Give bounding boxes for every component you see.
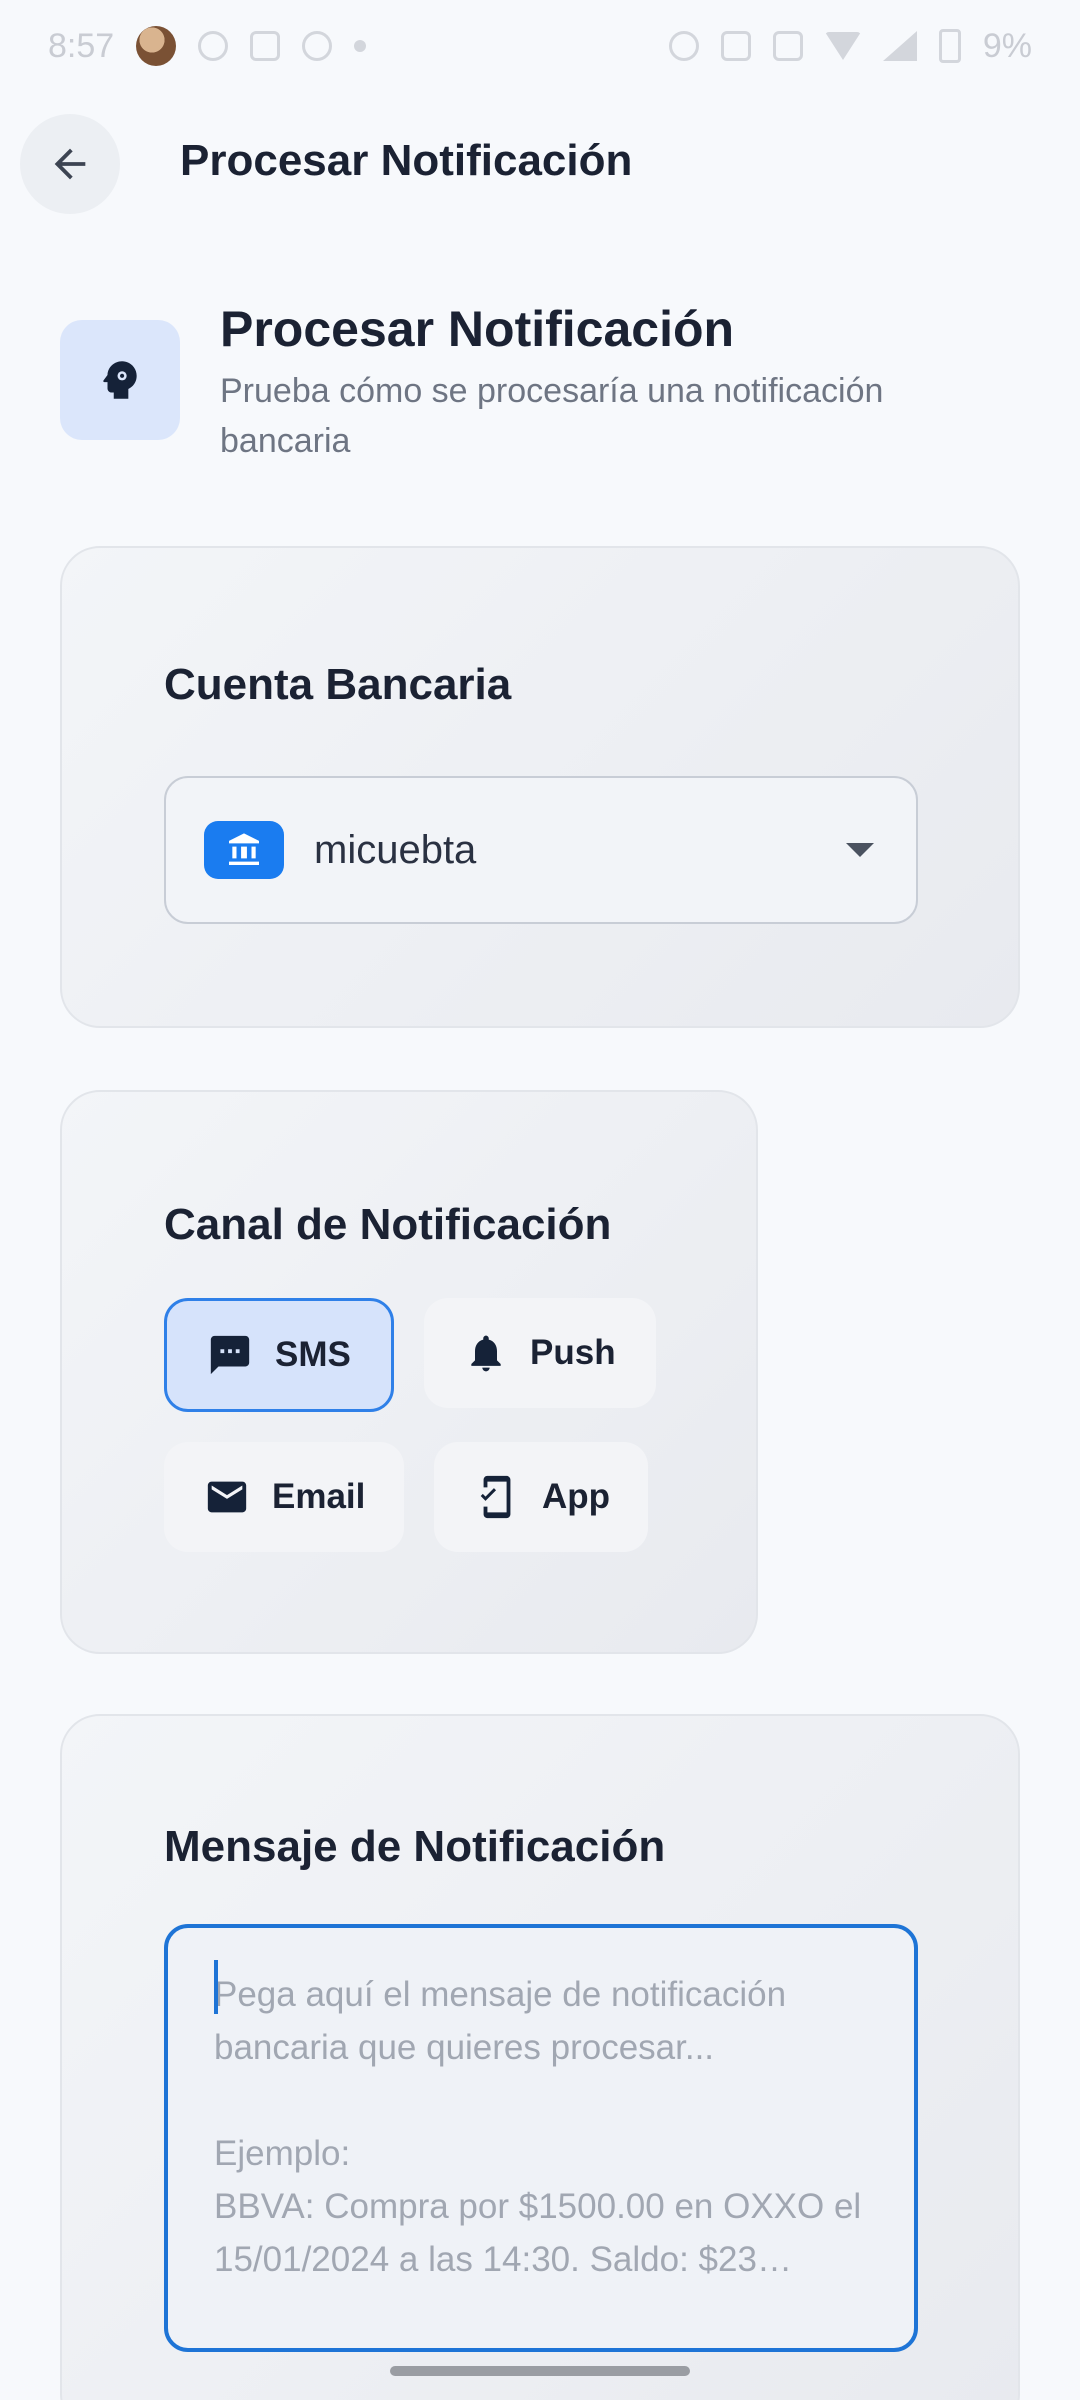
home-indicator[interactable]	[390, 2366, 690, 2376]
status-time: 8:57	[48, 26, 115, 65]
arrow-left-icon	[54, 148, 86, 180]
more-notifications-icon	[354, 40, 367, 52]
status-bar: 8:57 9%	[0, 0, 1080, 92]
brave-icon	[250, 31, 281, 61]
channel-push-chip[interactable]: Push	[424, 1298, 656, 1408]
message-textarea[interactable]: Pega aquí el mensaje de notificación ban…	[164, 1924, 918, 2352]
sms-icon	[210, 1335, 250, 1375]
channel-sms-chip[interactable]: SMS	[164, 1298, 394, 1412]
alarm-icon	[668, 31, 699, 61]
page-title: Procesar Notificación	[220, 301, 735, 357]
account-dropdown[interactable]: micuebta	[164, 776, 918, 924]
signal-icon	[882, 31, 917, 61]
psychology-icon	[103, 361, 137, 399]
channel-app-chip[interactable]: App	[434, 1442, 648, 1552]
bank-icon	[204, 821, 284, 879]
channel-sms-label: SMS	[275, 1335, 351, 1374]
channel-email-label: Email	[272, 1477, 366, 1516]
message-card: Mensaje de Notificación Pega aquí el men…	[60, 1714, 1020, 2400]
message-placeholder: Pega aquí el mensaje de notificación ban…	[214, 1975, 862, 2279]
page-subtitle: Prueba cómo se procesaría una notificaci…	[220, 372, 884, 460]
channel-card: Canal de Notificación SMS Push Email App	[60, 1090, 758, 1654]
status-left: 8:57	[48, 26, 367, 66]
app-bar-title: Procesar Notificación	[180, 136, 633, 185]
channel-email-chip[interactable]: Email	[164, 1442, 404, 1552]
battery-icon	[938, 29, 961, 63]
account-card-title: Cuenta Bancaria	[164, 660, 512, 709]
app-notification-icon	[302, 31, 333, 61]
notification-icon	[198, 31, 229, 61]
message-card-title: Mensaje de Notificación	[164, 1822, 666, 1871]
avatar	[136, 26, 177, 66]
vibrate-icon	[720, 31, 751, 61]
status-right: 9%	[668, 26, 1032, 66]
account-card: Cuenta Bancaria micuebta	[60, 546, 1020, 1028]
battery-percent: 9%	[982, 26, 1032, 65]
data-icon	[772, 31, 803, 61]
wifi-icon	[824, 32, 861, 60]
mobile-app-icon	[480, 1475, 511, 1519]
header-icon-container	[60, 320, 180, 440]
bell-icon	[471, 1335, 501, 1372]
selected-account: micuebta	[314, 827, 477, 872]
back-button[interactable]	[20, 114, 120, 214]
text-cursor	[214, 1960, 218, 2014]
channel-app-label: App	[542, 1477, 611, 1516]
channel-card-title: Canal de Notificación	[164, 1200, 612, 1249]
chevron-down-icon	[846, 843, 874, 857]
channel-push-label: Push	[530, 1333, 616, 1372]
email-icon	[207, 1481, 247, 1513]
